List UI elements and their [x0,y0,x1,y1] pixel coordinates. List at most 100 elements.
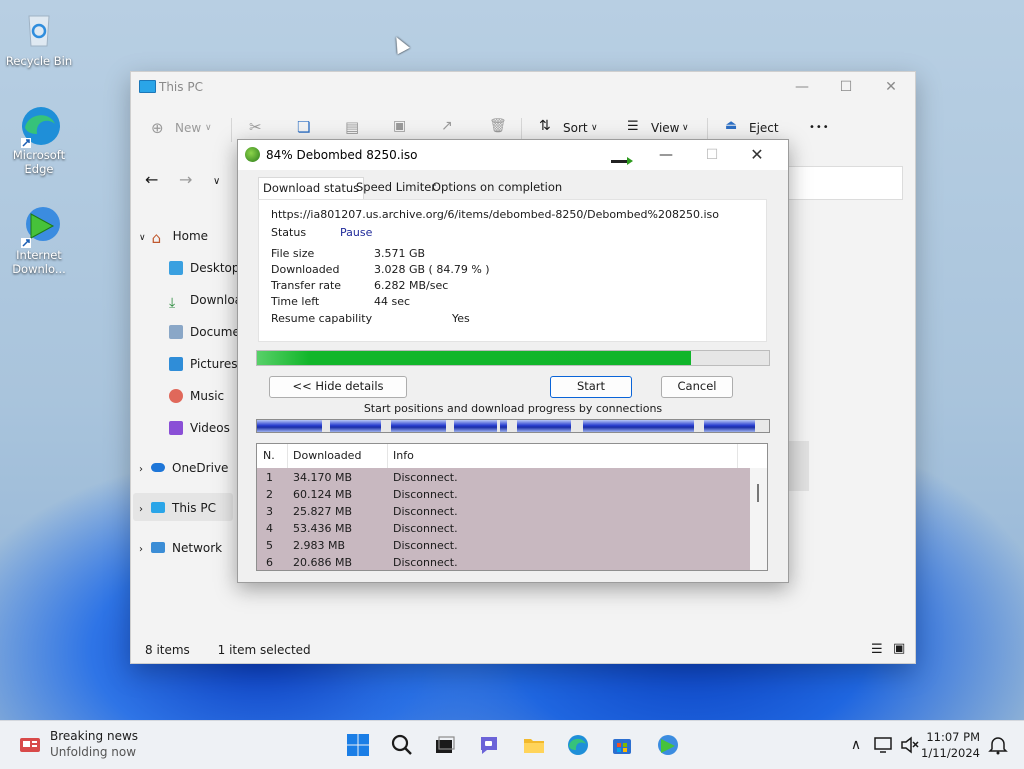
transfer-rate-label: Transfer rate [271,279,342,292]
view-icon: ☰ [627,119,639,134]
column-divider [287,444,288,468]
idm-icon[interactable] [655,733,679,757]
edge-icon [19,104,60,148]
row-number: 4 [266,522,273,535]
transfer-rate-value: 6.282 MB/sec [374,279,449,292]
table-row[interactable]: 2 60.124 MB Disconnect. [257,486,750,503]
volume-muted-icon[interactable] [898,733,922,757]
rename-icon[interactable]: ▣ [393,118,406,134]
dialog-title: 84% Debombed 8250.iso [266,148,418,162]
column-header-number[interactable]: N. [263,449,275,462]
minimize-icon[interactable]: — [793,78,811,96]
desktop-icon-recycle-bin[interactable]: Recycle Bin [3,10,75,68]
file-list-scrollbar[interactable] [789,441,809,491]
download-arrow-icon [611,157,633,165]
forward-arrow-icon[interactable]: → [179,170,192,189]
home-icon: ⌂ [151,229,162,247]
maximize-icon[interactable]: ☐ [837,78,855,96]
table-row[interactable]: 1 34.170 MB Disconnect. [257,469,750,486]
cut-icon[interactable]: ✂ [249,118,262,136]
start-button[interactable]: Start [550,376,632,398]
news-widget-subtitle[interactable]: Unfolding now [50,745,136,759]
download-status-panel: https://ia801207.us.archive.org/6/items/… [258,199,767,342]
row-downloaded: 2.983 MB [293,539,346,552]
edge-icon[interactable] [566,733,590,757]
paste-icon[interactable]: ▤ [345,118,359,136]
desktop-icon-edge[interactable]: Microsoft Edge [3,104,75,176]
nav-item-label: Network [172,541,223,555]
column-header-downloaded[interactable]: Downloaded [293,449,361,462]
connections-caption: Start positions and download progress by… [363,402,663,415]
item-count: 8 items [145,643,190,657]
search-box[interactable] [786,166,903,200]
connection-gap [322,420,330,432]
connection-gap [571,420,583,432]
recycle-bin-icon [19,10,59,50]
close-icon[interactable]: ✕ [746,145,768,165]
table-scrollbar[interactable] [750,468,767,570]
connection-gap [497,420,500,432]
idm-icon [19,204,60,248]
clock-time: 11:07 PM [926,730,980,744]
sort-button[interactable]: Sort [563,121,588,135]
new-icon: ⊕ [151,119,164,137]
tab-options-on-completion[interactable]: Options on completion [428,177,566,198]
chat-icon[interactable] [477,733,501,757]
connection-gap [446,420,454,432]
connection-gap [694,420,704,432]
details-view-icon[interactable]: ☰ [871,642,883,657]
file-size-label: File size [271,247,315,260]
tab-speed-limiter[interactable]: Speed Limiter [352,177,440,198]
tab-download-status[interactable]: Download status [258,177,365,200]
cancel-button[interactable]: Cancel [661,376,733,398]
copy-icon[interactable]: ❏ [297,118,310,136]
table-row[interactable]: 5 2.983 MB Disconnect. [257,537,750,554]
back-arrow-icon[interactable]: ← [145,170,158,189]
system-clock[interactable]: 11:07 PM 1/11/2024 [921,729,980,761]
news-widget-icon[interactable] [18,733,42,757]
explorer-titlebar: This PC — ☐ ✕ [131,72,915,102]
row-number: 6 [266,556,273,569]
table-header: N. Downloaded Info [257,444,767,469]
mouse-cursor-icon [390,33,410,55]
downloaded-value: 3.028 GB ( 84.79 % ) [374,263,490,276]
selection-count: 1 item selected [217,643,311,657]
row-info: Disconnect. [393,556,458,569]
table-row[interactable]: 6 20.686 MB Disconnect. [257,554,750,570]
nav-item-label: This PC [172,501,216,515]
resume-capability-value: Yes [452,312,470,325]
connection-gap [507,420,517,432]
scrollbar-thumb[interactable] [757,484,759,502]
notifications-icon[interactable] [986,733,1010,757]
close-icon[interactable]: ✕ [882,78,900,96]
windows-start-icon[interactable] [346,733,370,757]
delete-icon[interactable]: 🗑 [489,118,507,134]
eject-button[interactable]: Eject [749,121,779,135]
cloud-icon [151,463,165,472]
hide-details-button[interactable]: << Hide details [269,376,407,398]
network-status-icon[interactable] [872,733,896,757]
row-info: Disconnect. [393,471,458,484]
desktop-icon-label: Internet [16,248,62,262]
column-header-info[interactable]: Info [393,449,414,462]
microsoft-store-icon[interactable] [610,733,634,757]
view-button[interactable]: View [651,121,679,135]
row-number: 2 [266,488,273,501]
task-view-icon[interactable] [433,733,457,757]
minimize-icon[interactable]: — [655,145,677,165]
recent-locations-icon[interactable]: ∨ [213,176,220,187]
desktop-icon-label: Downlo... [12,262,66,276]
share-icon[interactable]: ↗ [441,118,453,134]
table-row[interactable]: 4 53.436 MB Disconnect. [257,520,750,537]
tiles-view-icon[interactable]: ▣ [893,641,905,656]
more-options-button[interactable]: ••• [809,122,830,133]
connections-table[interactable]: N. Downloaded Info 1 34.170 MB Disconnect.… [256,443,768,571]
table-row[interactable]: 3 25.827 MB Disconnect. [257,503,750,520]
file-explorer-icon[interactable] [522,733,546,757]
show-hidden-icons-icon[interactable]: ∧ [844,733,868,757]
desktop-icon-idm[interactable]: Internet Downlo... [3,204,75,276]
row-number: 5 [266,539,273,552]
search-icon[interactable] [390,733,414,757]
new-button[interactable]: New [175,121,201,135]
news-widget-title[interactable]: Breaking news [50,729,138,743]
